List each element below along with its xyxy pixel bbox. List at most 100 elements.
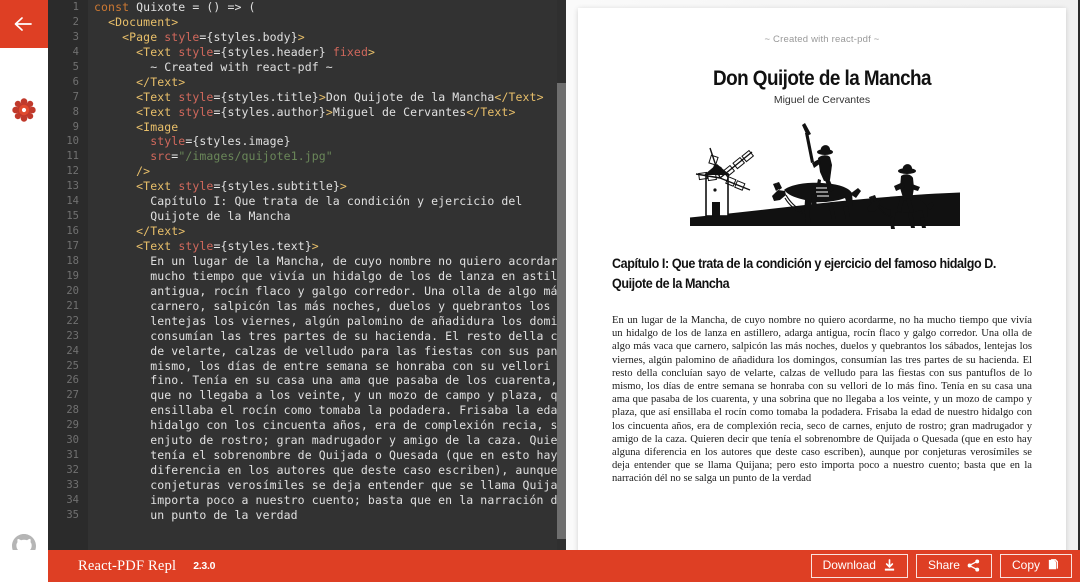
code-token: style (178, 179, 214, 194)
pdf-preview-pane[interactable]: ~ Created with react-pdf ~ Don Quijote d… (566, 0, 1080, 550)
line-number: 12 (66, 165, 79, 178)
code-token: > (325, 104, 333, 119)
code-editor[interactable]: 1 2 3 4 5 6 7 8 9 10 11 12 13 14 15 16 17 18 19 20 21 22 23 24 2… (48, 0, 566, 550)
code-line[interactable]: Capítulo I: Que trata de la condición y … (94, 194, 566, 209)
code-line[interactable]: ~ Created with react-pdf ~ (94, 60, 566, 75)
pdf-body-text: En un lugar de la Mancha, de cuyo nombre… (612, 315, 1032, 485)
code-line[interactable]: fino. Tenía en su casa una ama que pasab… (94, 373, 566, 388)
code-token: "/images/quijote1.jpg" (178, 149, 333, 164)
code-line[interactable]: un punto de la verdad (94, 508, 566, 523)
editor-scrollbar-thumb[interactable] (557, 82, 566, 539)
gear-icon (12, 97, 36, 127)
code-token: {styles.subtitle} (220, 179, 340, 194)
editor-vertical-scrollbar[interactable] (557, 0, 566, 550)
code-line[interactable]: importa poco a nuestro cuento; basta que… (94, 493, 566, 508)
code-line[interactable]: carnero, salpicón las más noches, duelos… (94, 299, 566, 314)
line-number: 7 (72, 90, 79, 103)
code-token: mucho tiempo que vivía un hidalgo de los… (94, 268, 566, 283)
code-line[interactable]: <Document> (94, 15, 566, 30)
code-token: <Document> (108, 14, 179, 29)
code-token: Don Quijote de la Mancha (325, 89, 495, 104)
line-number: 11 (66, 150, 79, 163)
code-line[interactable]: enjuto de rostro; gran madrugador y amig… (94, 433, 566, 448)
code-line[interactable]: const Quixote = () => ( (94, 0, 566, 15)
code-line[interactable]: </Text> (94, 224, 566, 239)
code-line[interactable]: mismo, los días de entre semana se honra… (94, 359, 566, 374)
code-token: {styles.body} (206, 29, 298, 44)
code-token: {styles.title} (220, 89, 319, 104)
code-token: <Text (136, 104, 179, 119)
code-line[interactable]: src="/images/quijote1.jpg" (94, 149, 566, 164)
code-line[interactable]: Quijote de la Mancha (94, 209, 566, 224)
line-number: 1 (72, 1, 79, 13)
code-line[interactable]: de velarte, calzas de velludo para las f… (94, 344, 566, 359)
line-number: 14 (66, 195, 79, 208)
code-line[interactable]: <Text style={styles.text}> (94, 239, 566, 254)
code-token: fino. Tenía en su casa una ama que pasab… (94, 373, 566, 388)
code-line[interactable]: diferencia en los autores que deste caso… (94, 463, 566, 478)
code-token: enjuto de rostro; gran madrugador y amig… (94, 433, 566, 448)
code-token: importa poco a nuestro cuento; basta que… (94, 492, 566, 507)
code-line[interactable]: hidalgo con los cincuenta años, era de c… (94, 418, 566, 433)
share-button[interactable]: Share (915, 554, 992, 578)
code-content[interactable]: const Quixote = () => ( <Document> <Page… (88, 0, 566, 523)
code-token: style (164, 29, 200, 44)
code-token: = () => ( (192, 0, 256, 14)
line-number: 22 (66, 314, 79, 327)
settings-button[interactable] (0, 92, 48, 132)
download-button[interactable]: Download (810, 554, 908, 578)
line-number: 16 (66, 225, 79, 238)
code-line[interactable]: En un lugar de la Mancha, de cuyo nombre… (94, 254, 566, 269)
code-token: ensillaba el rocín como tomaba la podade… (94, 403, 565, 418)
code-token: mismo, los días de entre semana se honra… (94, 358, 566, 373)
copy-button[interactable]: Copy (999, 554, 1072, 578)
code-line[interactable]: <Text style={styles.title}>Don Quijote d… (94, 90, 566, 105)
code-line[interactable]: <Text style={styles.header} fixed> (94, 45, 566, 60)
share-icon (967, 559, 980, 572)
line-number: 18 (66, 254, 79, 267)
code-line[interactable]: mucho tiempo que vivía un hidalgo de los… (94, 269, 566, 284)
code-line[interactable]: lentejas los viernes, algún palomino de … (94, 314, 566, 329)
app-version: 2.3.0 (193, 560, 216, 572)
code-line[interactable]: <Image (94, 120, 566, 135)
line-number: 8 (72, 105, 79, 118)
code-line[interactable]: conjeturas verosímiles se deja entender … (94, 478, 566, 493)
line-number: 28 (66, 404, 79, 417)
line-number: 31 (66, 449, 79, 462)
pdf-page: ~ Created with react-pdf ~ Don Quijote d… (578, 8, 1066, 550)
code-line[interactable]: antigua, rocín flaco y galgo corredor. U… (94, 284, 566, 299)
code-line[interactable]: consumían las tres partes de su hacienda… (94, 329, 566, 344)
code-line[interactable]: /> (94, 164, 566, 179)
back-button[interactable] (0, 0, 48, 48)
code-line[interactable]: que no llegaba a los veinte, y un mozo d… (94, 388, 566, 403)
code-token: > (297, 29, 305, 44)
code-line[interactable]: <Page style={styles.body}> (94, 30, 566, 45)
code-token: tenía el sobrenombre de Quijada o Quesad… (94, 448, 566, 463)
code-scroll-area[interactable]: const Quixote = () => ( <Document> <Page… (88, 0, 566, 550)
code-line[interactable]: tenía el sobrenombre de Quijada o Quesad… (94, 448, 566, 463)
code-line[interactable]: ensillaba el rocín como tomaba la podade… (94, 403, 566, 418)
code-token: <Image (136, 119, 179, 134)
line-number: 10 (66, 135, 79, 148)
code-token: En un lugar de la Mancha, de cuyo nombre… (94, 253, 566, 268)
code-token: {styles.author} (220, 104, 326, 119)
code-token: <Text (136, 179, 179, 194)
code-line[interactable]: <Text style={styles.subtitle}> (94, 179, 566, 194)
code-token: de velarte, calzas de velludo para las f… (94, 343, 566, 358)
code-token: ~ Created with react-pdf ~ (94, 59, 333, 74)
code-line[interactable]: <Text style={styles.author}>Miguel de Ce… (94, 105, 566, 120)
line-number: 30 (66, 434, 79, 447)
code-token: Quixote (136, 0, 193, 14)
line-number: 4 (72, 45, 79, 58)
code-token: {styles.text} (220, 239, 312, 253)
code-line[interactable]: style={styles.image} (94, 134, 566, 149)
code-line[interactable]: </Text> (94, 75, 566, 90)
